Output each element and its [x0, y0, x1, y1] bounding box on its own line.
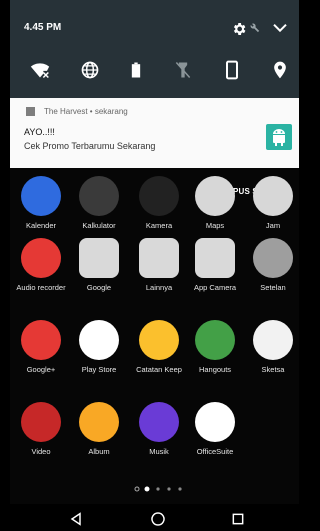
maps-icon [195, 176, 235, 216]
page-dot[interactable] [178, 487, 182, 491]
search-icon [134, 486, 140, 492]
app-google[interactable]: Google [70, 238, 128, 292]
rotation-portrait-icon[interactable] [222, 60, 242, 80]
navigation-bar [10, 504, 299, 531]
mic-icon [21, 238, 61, 278]
app-maps[interactable]: Maps [186, 176, 244, 230]
app-label: Kamera [145, 221, 173, 230]
app-label: Setelan [260, 283, 286, 292]
google-plus-icon [21, 320, 61, 360]
album-icon [79, 402, 119, 442]
flashlight-off-icon[interactable] [173, 60, 193, 80]
settings-icon [253, 238, 293, 278]
app-play-store[interactable]: Play Store [70, 320, 128, 374]
home-icon[interactable] [150, 511, 166, 527]
keep-icon [139, 320, 179, 360]
notification-text: Cek Promo Terbarumu Sekarang [24, 141, 156, 151]
app-label: Google [86, 283, 112, 292]
app-label: Play Store [81, 365, 117, 374]
app-label: Sketsa [261, 365, 285, 374]
back-icon[interactable] [68, 511, 84, 527]
app-hangouts[interactable]: Hangouts [186, 320, 244, 374]
wrench-icon [250, 23, 260, 33]
notification-card[interactable]: The Harvest • sekarang AYO..!!! Cek Prom… [10, 98, 299, 168]
hangouts-icon [195, 320, 235, 360]
app-label: App Camera [193, 283, 237, 292]
notification-title: AYO..!!! [24, 127, 55, 137]
app-setelan[interactable]: Setelan [244, 238, 302, 292]
app-label: Google+ [26, 365, 56, 374]
app-label: Musik [149, 447, 169, 456]
camera-icon [139, 176, 179, 216]
app-sketsa[interactable]: Sketsa [244, 320, 302, 374]
app-label: OfficeSuite [196, 447, 234, 456]
app-app-camera[interactable]: App Camera [186, 238, 244, 292]
status-row: 4.45 PM [10, 0, 299, 50]
clock-icon [253, 176, 293, 216]
page-dot[interactable] [156, 487, 160, 491]
calculator-icon [79, 176, 119, 216]
app-label: Audio recorder [16, 283, 66, 292]
app-label: Album [88, 447, 110, 456]
android-icon [266, 124, 292, 150]
folder-icon [79, 238, 119, 278]
app-label: Kalender [25, 221, 57, 230]
app-label: Catatan Keep [136, 365, 182, 374]
app-lainnya[interactable]: Lainnya [130, 238, 188, 292]
app-label: Video [31, 447, 51, 456]
play-store-icon [79, 320, 119, 360]
sketch-icon [253, 320, 293, 360]
collapse-chevron-icon[interactable] [272, 22, 288, 34]
app-officesuite[interactable]: OfficeSuite [186, 402, 244, 456]
folder-icon [139, 238, 179, 278]
notification-shade: 4.45 PM [10, 0, 299, 98]
app-notification-icon [26, 107, 35, 116]
app-label: Jam [265, 221, 281, 230]
wifi-icon[interactable] [30, 60, 50, 80]
app-video[interactable]: Video [12, 402, 70, 456]
app-musik[interactable]: Musik [130, 402, 188, 456]
app-kamera[interactable]: Kamera [130, 176, 188, 230]
app-kalkulator[interactable]: Kalkulator [70, 176, 128, 230]
recents-icon[interactable] [230, 511, 246, 527]
page-indicator [134, 486, 182, 492]
battery-icon[interactable] [126, 60, 146, 80]
app-label: Lainnya [145, 283, 173, 292]
app-kalender[interactable]: Kalender [12, 176, 70, 230]
officesuite-icon [195, 402, 235, 442]
app-label: Hangouts [198, 365, 232, 374]
music-icon [139, 402, 179, 442]
calendar-icon [21, 176, 61, 216]
status-time: 4.45 PM [24, 22, 62, 33]
page-dot[interactable] [144, 486, 150, 492]
folder-icon [195, 238, 235, 278]
location-icon[interactable] [270, 60, 290, 80]
data-globe-icon[interactable] [80, 60, 100, 80]
page-dot[interactable] [167, 487, 171, 491]
app-jam[interactable]: Jam [244, 176, 302, 230]
app-album[interactable]: Album [70, 402, 128, 456]
app-label: Maps [205, 221, 225, 230]
notification-app-name: The Harvest • sekarang [44, 107, 128, 116]
app-catatan-keep[interactable]: Catatan Keep [130, 320, 188, 374]
app-label: Kalkulator [82, 221, 116, 230]
settings-gear-icon[interactable] [231, 21, 247, 37]
app-google-[interactable]: Google+ [12, 320, 70, 374]
video-icon [21, 402, 61, 442]
app-audio-recorder[interactable]: Audio recorder [12, 238, 70, 292]
